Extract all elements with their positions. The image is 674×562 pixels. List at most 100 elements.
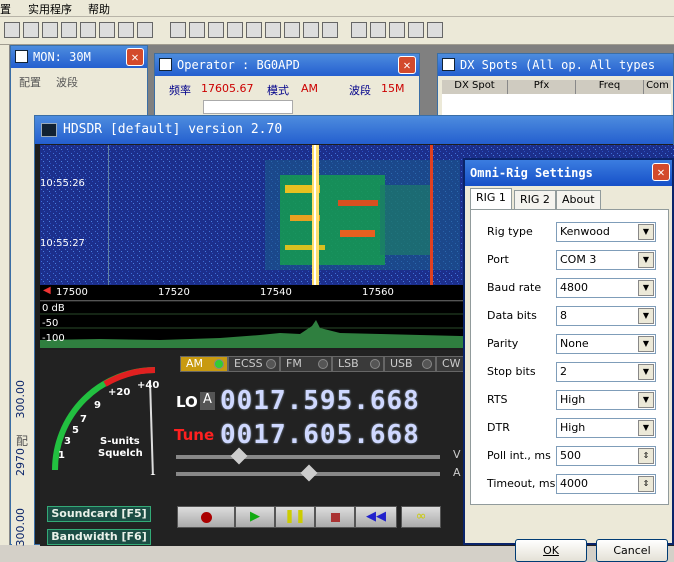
- select-field[interactable]: High ▼: [556, 390, 656, 410]
- field-value: High: [560, 421, 586, 434]
- select-field[interactable]: None ▼: [556, 334, 656, 354]
- memory-icon[interactable]: [170, 22, 186, 38]
- wrench-icon[interactable]: [4, 22, 20, 38]
- slider-letter: A: [453, 466, 461, 479]
- field-label: Parity: [487, 337, 519, 350]
- rewind-button[interactable]: ◀◀: [355, 506, 397, 528]
- menu-settings[interactable]: 置: [0, 1, 11, 17]
- active-led-icon: [214, 359, 224, 369]
- globe-icon[interactable]: [42, 22, 58, 38]
- hash-icon[interactable]: [246, 22, 262, 38]
- db-label: -50: [42, 318, 59, 329]
- tab-rig2[interactable]: RIG 2: [514, 190, 556, 210]
- slider-letter: V: [453, 448, 461, 461]
- antenna-icon[interactable]: [23, 22, 39, 38]
- operator-input[interactable]: [203, 100, 293, 114]
- dropdown-arrow-icon[interactable]: ▼: [638, 392, 654, 408]
- table-icon[interactable]: [322, 22, 338, 38]
- wand-icon[interactable]: [427, 22, 443, 38]
- grid-icon[interactable]: [61, 22, 77, 38]
- dx-col-header[interactable]: Freq: [576, 80, 644, 94]
- select-field[interactable]: COM 3 ▼: [556, 250, 656, 270]
- spinner-icon[interactable]: ⇕: [638, 448, 654, 464]
- spinner-icon[interactable]: ⇕: [638, 476, 654, 492]
- field-value: 8: [560, 309, 567, 322]
- db-label: -100: [42, 333, 65, 344]
- led-icon: [370, 359, 380, 369]
- clock-icon[interactable]: [351, 22, 367, 38]
- slider-thumb[interactable]: [230, 447, 248, 465]
- smeter-tick: 1: [58, 450, 65, 461]
- map-icon[interactable]: [265, 22, 281, 38]
- stop-icon: [330, 513, 340, 522]
- mode-ecss-button[interactable]: ECSS: [228, 356, 280, 372]
- select-field[interactable]: 4800 ▼: [556, 278, 656, 298]
- mode-fm-button[interactable]: FM: [280, 356, 332, 372]
- field-value: COM 3: [560, 253, 597, 266]
- satellite-icon[interactable]: [118, 22, 134, 38]
- close-button[interactable]: ✕: [398, 56, 416, 74]
- select-field[interactable]: 8 ▼: [556, 306, 656, 326]
- close-button[interactable]: ✕: [126, 48, 144, 66]
- dropdown-arrow-icon[interactable]: ▼: [638, 364, 654, 380]
- network-icon[interactable]: [303, 22, 319, 38]
- window-icon[interactable]: [208, 22, 224, 38]
- mode-am-button[interactable]: AM: [180, 356, 228, 372]
- select-field[interactable]: Kenwood ▼: [556, 222, 656, 242]
- freq-label: 频率: [169, 84, 191, 97]
- user-icon[interactable]: [99, 22, 115, 38]
- tab-rig1[interactable]: RIG 1: [470, 188, 512, 210]
- menu-utilities[interactable]: 实用程序: [28, 1, 72, 17]
- dropdown-arrow-icon[interactable]: ▼: [638, 308, 654, 324]
- printer-icon[interactable]: [80, 22, 96, 38]
- select-field[interactable]: High ▼: [556, 418, 656, 438]
- spin-field[interactable]: 500 ⇕: [556, 446, 656, 466]
- spin-field[interactable]: 4000 ⇕: [556, 474, 656, 494]
- omnirig-title-bar[interactable]: Omni-Rig Settings ✕: [465, 160, 672, 186]
- bandwidth-button[interactable]: Bandwidth [F6]: [47, 529, 151, 545]
- select-field[interactable]: 2 ▼: [556, 362, 656, 382]
- close-button[interactable]: ✕: [652, 163, 670, 181]
- bar-icon[interactable]: [408, 22, 424, 38]
- lo-frequency[interactable]: 0017.595.668: [220, 386, 420, 416]
- go-icon[interactable]: [370, 22, 386, 38]
- cube-icon[interactable]: [284, 22, 300, 38]
- mon-title-bar[interactable]: MON: 30M ✕: [11, 46, 147, 68]
- menu-help[interactable]: 帮助: [88, 1, 110, 17]
- tool-icon[interactable]: [189, 22, 205, 38]
- grid2-icon[interactable]: [389, 22, 405, 38]
- dropdown-arrow-icon[interactable]: ▼: [638, 280, 654, 296]
- dropdown-arrow-icon[interactable]: ▼: [638, 252, 654, 268]
- dropdown-arrow-icon[interactable]: ▼: [638, 420, 654, 436]
- slider-thumb[interactable]: [300, 464, 318, 482]
- mode-lsb-button[interactable]: LSB: [332, 356, 384, 372]
- play-button[interactable]: ▶: [235, 506, 275, 528]
- chart-icon[interactable]: [137, 22, 153, 38]
- stop-button[interactable]: [315, 506, 355, 528]
- scale-left-arrow[interactable]: ◀: [43, 285, 51, 296]
- dx-col-header[interactable]: Pfx: [508, 80, 576, 94]
- ok-button[interactable]: OK: [515, 539, 587, 562]
- dropdown-arrow-icon[interactable]: ▼: [638, 224, 654, 240]
- dx-col-header[interactable]: DX Spot: [442, 80, 508, 94]
- cancel-button[interactable]: Cancel: [596, 539, 668, 562]
- tune-frequency[interactable]: 0017.605.668: [220, 420, 420, 450]
- freq-tick: 17540: [260, 287, 292, 298]
- pause-button[interactable]: ❚❚: [275, 506, 315, 528]
- dx-col-header[interactable]: Com: [644, 80, 671, 94]
- dropdown-arrow-icon[interactable]: ▼: [638, 336, 654, 352]
- db-label: 0 dB: [42, 303, 65, 314]
- lo-a-button[interactable]: A: [200, 392, 215, 410]
- loop-button[interactable]: ∞: [401, 506, 441, 528]
- dx-title-bar[interactable]: DX Spots (All op. All types: [438, 54, 673, 76]
- fn-icon[interactable]: [227, 22, 243, 38]
- hdsdr-title-bar[interactable]: HDSDR [default] version 2.70: [35, 116, 673, 144]
- mode-usb-button[interactable]: USB: [384, 356, 436, 372]
- field-label: Poll int., ms: [487, 449, 551, 462]
- soundcard-button[interactable]: Soundcard [F5]: [47, 506, 151, 522]
- band-value: 15M: [381, 82, 405, 95]
- record-icon: [200, 512, 212, 523]
- record-button[interactable]: [177, 506, 235, 528]
- tab-about[interactable]: About: [556, 190, 601, 210]
- operator-title-bar[interactable]: Operator : BG0APD ✕: [155, 54, 419, 76]
